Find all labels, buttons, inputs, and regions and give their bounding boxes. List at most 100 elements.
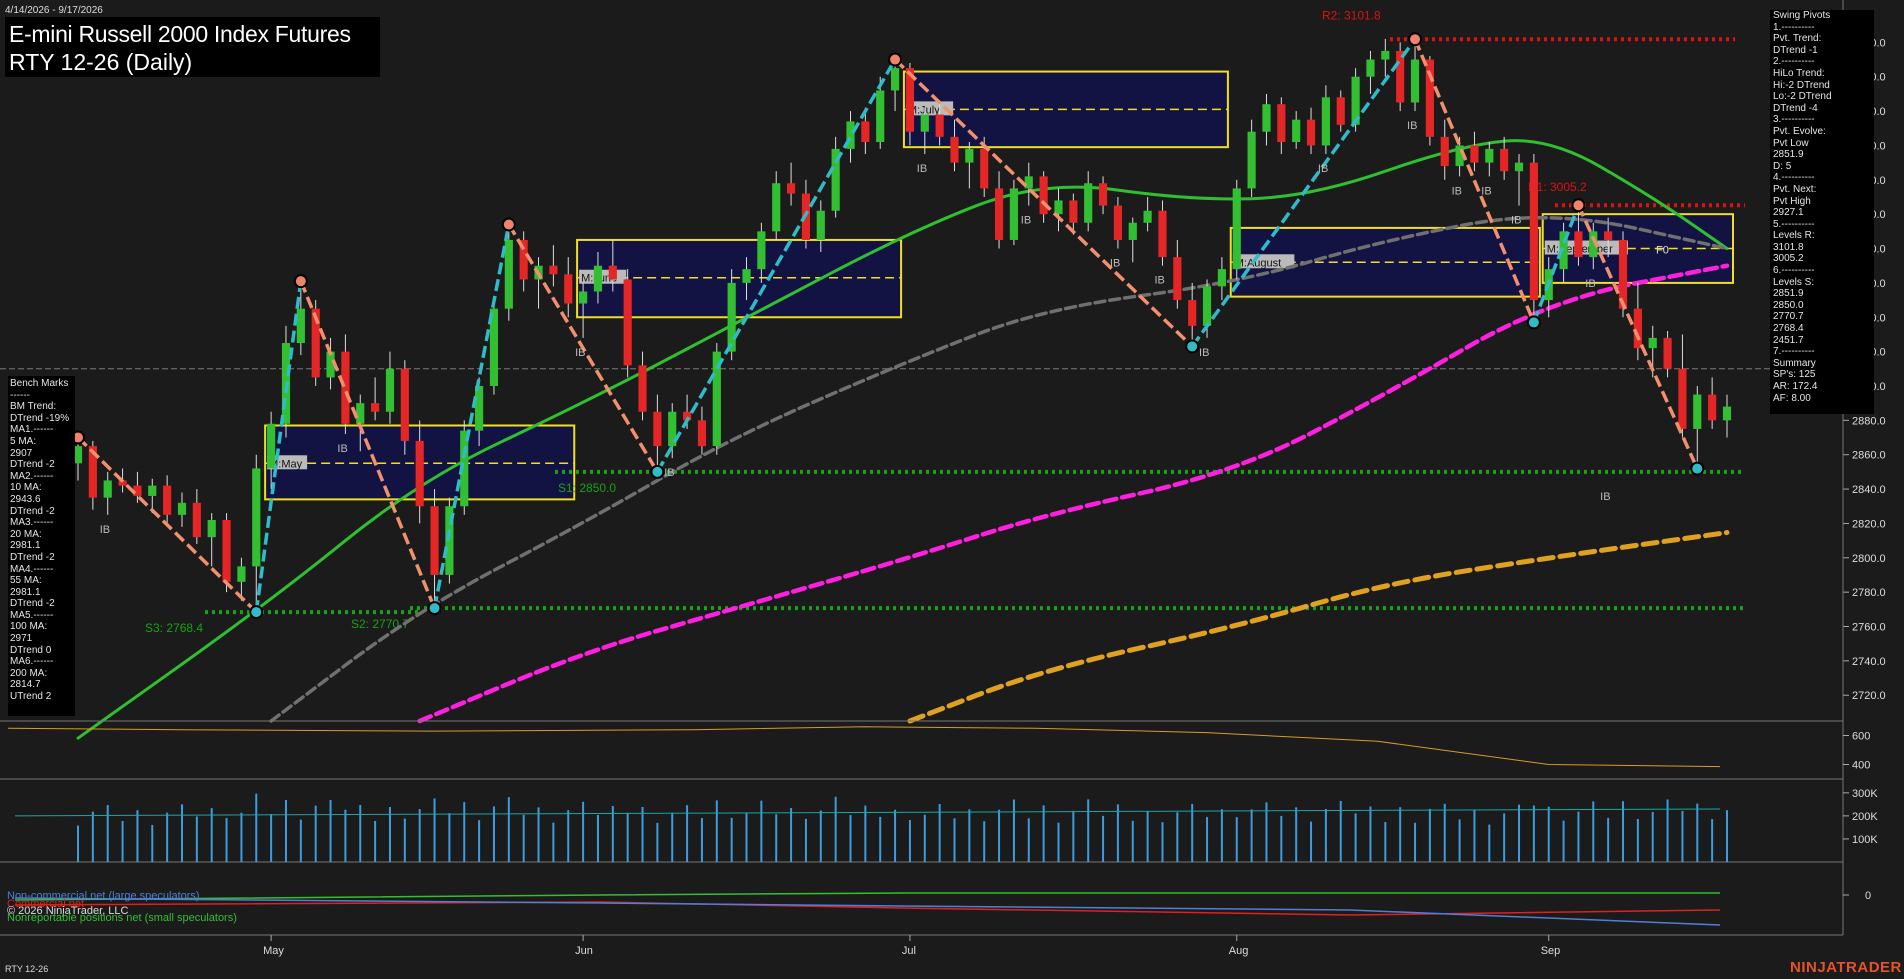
- ib-label: IB: [1110, 258, 1120, 270]
- candle-body: [861, 121, 870, 143]
- ib-label: IB: [1585, 278, 1595, 290]
- candle-body: [1128, 222, 1137, 240]
- ib-label: IB: [1452, 185, 1462, 197]
- benchmark-line: 2971: [10, 633, 33, 645]
- swing-pivot-line: SP's: 125: [1773, 369, 1816, 381]
- candle-body: [430, 506, 439, 575]
- benchmark-line: 10 MA:: [10, 482, 42, 494]
- price-tick-label: 2880.0: [1852, 415, 1886, 427]
- swing-pivot-line: AF: 8.00: [1773, 392, 1811, 404]
- candle-body: [1009, 188, 1019, 240]
- benchmark-line: BM Trend:: [10, 401, 57, 413]
- candle-body: [772, 183, 781, 232]
- candle-body: [1722, 406, 1732, 421]
- candle-body: [994, 188, 1004, 240]
- candle-body: [1277, 104, 1286, 143]
- benchmark-line: 200 MA:: [10, 667, 48, 679]
- month-label: Sep: [1541, 945, 1561, 957]
- swing-pivot-line: 2768.4: [1773, 323, 1804, 335]
- swing-pivot-line: 2451.7: [1773, 334, 1804, 346]
- ninjatrader-logo: NINJATRADER: [1790, 959, 1902, 976]
- candle-body: [1113, 205, 1122, 240]
- candle-body: [1514, 162, 1524, 172]
- candle-body: [876, 90, 885, 143]
- candle-body: [1381, 50, 1390, 60]
- swing-pivot-line: 3005.2: [1773, 253, 1804, 265]
- candle-body: [1173, 257, 1182, 301]
- ib-label: IB: [1154, 275, 1164, 287]
- candle-body: [920, 114, 929, 132]
- candle-body: [757, 231, 766, 270]
- candle-body: [1306, 119, 1316, 146]
- swing-pivot-line: 2850.0: [1773, 299, 1804, 311]
- candle-body: [1604, 231, 1613, 240]
- swing-pivot-line: Pvt. Trend:: [1773, 33, 1822, 45]
- benchmark-line: DTrend -2: [10, 505, 55, 517]
- candle-body: [1440, 136, 1449, 167]
- price-tick-label: 2760.0: [1852, 622, 1886, 634]
- chart-subtitle: RTY 12-26 (Daily): [9, 49, 193, 75]
- level-label: S2: 2770.7: [351, 617, 409, 631]
- swing-pivot-line: 2.----------: [1773, 56, 1815, 68]
- benchmark-line: DTrend -2: [10, 598, 55, 610]
- candle-body: [1084, 183, 1093, 223]
- benchmark-line: MA6.------: [10, 656, 54, 668]
- swing-point: [1692, 463, 1703, 474]
- candle-body: [475, 385, 484, 431]
- candle-body: [504, 239, 513, 309]
- swing-pivot-line: 6.----------: [1773, 265, 1815, 277]
- candle-body: [385, 368, 395, 412]
- benchmarks-lines: ------ BM Trend: DTrend -19% MA1.------ 5 MA…: [10, 390, 73, 703]
- candle-body: [207, 519, 216, 538]
- swing-pivot-line: 3.----------: [1773, 114, 1815, 126]
- price-tick-label: 2740.0: [1852, 656, 1886, 668]
- candle-body: [148, 485, 157, 496]
- candle-body: [296, 308, 305, 344]
- benchmarks-panel: Bench Marks ------ BM Trend: DTrend -19% MA…: [8, 376, 75, 716]
- swing-pivot-line: AR: 172.4: [1773, 381, 1818, 392]
- swing-pivot-line: DTrend -1: [1773, 44, 1818, 56]
- candle-body: [965, 148, 974, 163]
- candle-body: [1202, 286, 1212, 326]
- candle-body: [1024, 176, 1033, 189]
- ib-label: IB: [1600, 491, 1610, 503]
- swing-point: [429, 603, 440, 614]
- price-tick-label: 2780.0: [1852, 587, 1886, 599]
- level-label: S1: 2850.0: [558, 481, 616, 495]
- benchmark-line: DTrend -19%: [10, 412, 70, 424]
- swing-point: [295, 276, 306, 287]
- candle-body: [341, 351, 350, 424]
- candle-body: [1321, 97, 1330, 146]
- candle-body: [935, 114, 944, 137]
- candle-body: [1663, 337, 1672, 369]
- candle-body: [950, 136, 959, 163]
- price-chart[interactable]: M:MayM:JuneM:JulyM:AugustM:September R2:…: [0, 0, 1904, 979]
- swing-pivot-line: D: 5: [1773, 160, 1792, 172]
- swing-pivot-line: Pvt. Evolve:: [1773, 125, 1826, 137]
- candle-body: [192, 502, 201, 538]
- swing-point: [1187, 341, 1198, 352]
- box-label: M:August: [1235, 257, 1281, 269]
- benchmark-line: MA1.------: [10, 424, 54, 436]
- price-tick-label: 2720.0: [1852, 690, 1886, 702]
- candle-body: [267, 423, 276, 469]
- candle-body: [1678, 368, 1687, 429]
- candle-body: [1292, 119, 1301, 143]
- candle-body: [1648, 337, 1657, 349]
- swing-pivot-line: Pvt High: [1773, 195, 1811, 207]
- candle-body: [1143, 210, 1152, 223]
- month-label: Jun: [575, 945, 593, 957]
- benchmark-line: 5 MA:: [10, 435, 37, 447]
- candle-body: [1396, 50, 1405, 103]
- candle-body: [786, 183, 796, 194]
- benchmarks-title: Bench Marks: [10, 378, 69, 389]
- candle-body: [1693, 394, 1702, 429]
- candle-body: [697, 420, 707, 447]
- swing-point: [251, 607, 262, 618]
- benchmark-line: MA2.------: [10, 470, 54, 482]
- candle-body: [1232, 188, 1241, 270]
- swing-pivot-line: Levels S:: [1773, 276, 1815, 288]
- candle-body: [1069, 200, 1078, 223]
- candle-body: [356, 403, 365, 424]
- candle-body: [1262, 104, 1271, 132]
